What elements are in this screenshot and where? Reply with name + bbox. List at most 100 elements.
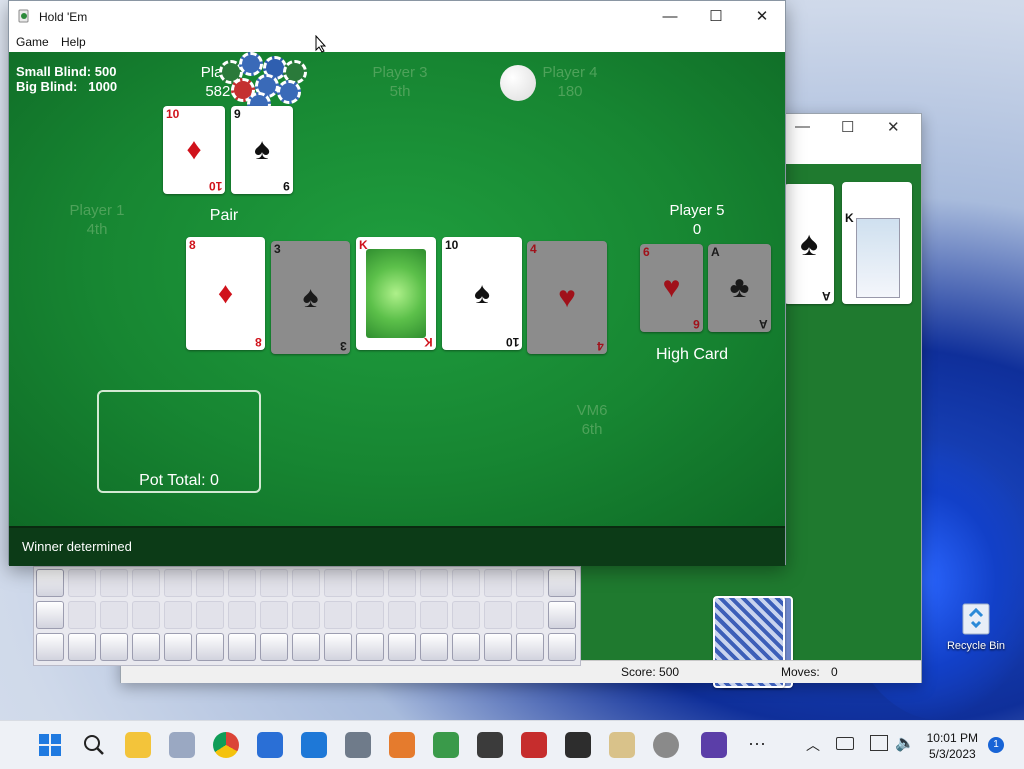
tile[interactable] xyxy=(452,601,480,629)
heart-icon: ♥ xyxy=(662,271,681,304)
tile[interactable] xyxy=(100,601,128,629)
tile[interactable] xyxy=(260,601,288,629)
tile[interactable] xyxy=(36,633,64,661)
tile[interactable] xyxy=(260,569,288,597)
solitaire-minimize-button[interactable]: — xyxy=(795,118,810,135)
tile[interactable] xyxy=(324,569,352,597)
tile[interactable] xyxy=(420,601,448,629)
chevron-up-icon[interactable]: ︿ xyxy=(806,735,820,755)
tile[interactable] xyxy=(68,601,96,629)
tile[interactable] xyxy=(324,601,352,629)
tile[interactable] xyxy=(164,569,192,597)
tile[interactable] xyxy=(548,569,576,597)
tile[interactable] xyxy=(356,569,384,597)
tile[interactable] xyxy=(356,601,384,629)
tile[interactable] xyxy=(164,601,192,629)
game-icon[interactable] xyxy=(477,732,503,758)
tile[interactable] xyxy=(196,601,224,629)
card-rank: 4 xyxy=(530,242,537,256)
tile[interactable] xyxy=(548,633,576,661)
solitaire-card-king-spades[interactable]: K xyxy=(842,182,912,304)
tile[interactable] xyxy=(484,633,512,661)
tile[interactable] xyxy=(484,601,512,629)
file-explorer-icon[interactable] xyxy=(125,732,151,758)
tile[interactable] xyxy=(516,601,544,629)
card-rank: 6 xyxy=(643,245,650,259)
tile[interactable] xyxy=(516,633,544,661)
tile[interactable] xyxy=(452,569,480,597)
tile[interactable] xyxy=(388,569,416,597)
tile[interactable] xyxy=(516,569,544,597)
pot-area: Pot Total: 0 xyxy=(97,390,261,493)
tile[interactable] xyxy=(228,601,256,629)
community-card-1: 8 ♦ 8 xyxy=(186,237,265,350)
player4-label: Player 4 180 xyxy=(525,63,615,101)
tile[interactable] xyxy=(324,633,352,661)
card-rank: 9 xyxy=(283,179,290,193)
tile[interactable] xyxy=(452,633,480,661)
solitaire-close-button[interactable]: ✕ xyxy=(887,118,900,136)
store-icon[interactable] xyxy=(257,732,283,758)
tile-game-board[interactable] xyxy=(33,566,581,666)
solitaire-maximize-button[interactable]: ☐ xyxy=(841,118,854,136)
tile[interactable] xyxy=(548,601,576,629)
tile[interactable] xyxy=(292,633,320,661)
tile[interactable] xyxy=(292,569,320,597)
tile[interactable] xyxy=(388,633,416,661)
menu-game[interactable]: Game xyxy=(16,35,49,49)
chrome-icon[interactable] xyxy=(213,732,239,758)
more-apps-button[interactable]: ··· xyxy=(748,733,766,754)
display-icon[interactable] xyxy=(836,737,854,750)
holdem-icon[interactable] xyxy=(433,732,459,758)
mahjong-icon[interactable] xyxy=(609,732,635,758)
app-icon[interactable] xyxy=(169,732,195,758)
tile[interactable] xyxy=(420,569,448,597)
player5-card-2: A ♣ A xyxy=(708,244,771,332)
notification-badge[interactable]: 1 xyxy=(988,737,1004,753)
tile[interactable] xyxy=(356,633,384,661)
tile[interactable] xyxy=(260,633,288,661)
recycle-bin[interactable]: Recycle Bin xyxy=(944,598,1008,652)
tile[interactable] xyxy=(228,633,256,661)
tile[interactable] xyxy=(36,569,64,597)
tile[interactable] xyxy=(100,569,128,597)
tile[interactable] xyxy=(484,569,512,597)
game-icon[interactable] xyxy=(521,732,547,758)
tile[interactable] xyxy=(228,569,256,597)
tile[interactable] xyxy=(100,633,128,661)
solitaire-card-ace-spades[interactable]: ♠ A xyxy=(784,184,834,304)
start-icon[interactable] xyxy=(37,732,63,758)
clock[interactable]: 10:01 PM 5/3/2023 xyxy=(927,730,978,762)
holdem-window[interactable]: Hold 'Em — ☐ ✕ Game Help Small Blind: 50… xyxy=(8,0,786,566)
tile[interactable] xyxy=(132,633,160,661)
spider-icon[interactable] xyxy=(701,732,727,758)
card-rank: 10 xyxy=(505,335,519,349)
paint-icon[interactable] xyxy=(389,732,415,758)
maximize-button[interactable]: ☐ xyxy=(693,1,739,32)
tile[interactable] xyxy=(292,601,320,629)
tile[interactable] xyxy=(132,601,160,629)
tile[interactable] xyxy=(68,569,96,597)
volume-icon[interactable]: 🔈 xyxy=(895,733,915,753)
tile[interactable] xyxy=(196,569,224,597)
tile[interactable] xyxy=(68,633,96,661)
menu-help[interactable]: Help xyxy=(61,35,86,49)
tile[interactable] xyxy=(420,633,448,661)
calculator-icon[interactable] xyxy=(345,732,371,758)
settings-icon[interactable] xyxy=(653,732,679,758)
tile[interactable] xyxy=(36,601,64,629)
big-blind-value: 1000 xyxy=(88,79,118,94)
close-button[interactable]: ✕ xyxy=(739,1,785,32)
search-icon[interactable] xyxy=(81,732,107,758)
tile[interactable] xyxy=(196,633,224,661)
holdem-titlebar: Hold 'Em — ☐ ✕ xyxy=(9,1,785,32)
tile[interactable] xyxy=(388,601,416,629)
card-rank: 10 xyxy=(445,238,459,252)
game-icon[interactable] xyxy=(565,732,591,758)
minimize-button[interactable]: — xyxy=(647,1,693,32)
mail-icon[interactable] xyxy=(301,732,327,758)
tile[interactable] xyxy=(164,633,192,661)
tile[interactable] xyxy=(132,569,160,597)
network-icon[interactable] xyxy=(870,735,888,751)
dealer-button xyxy=(500,65,536,101)
